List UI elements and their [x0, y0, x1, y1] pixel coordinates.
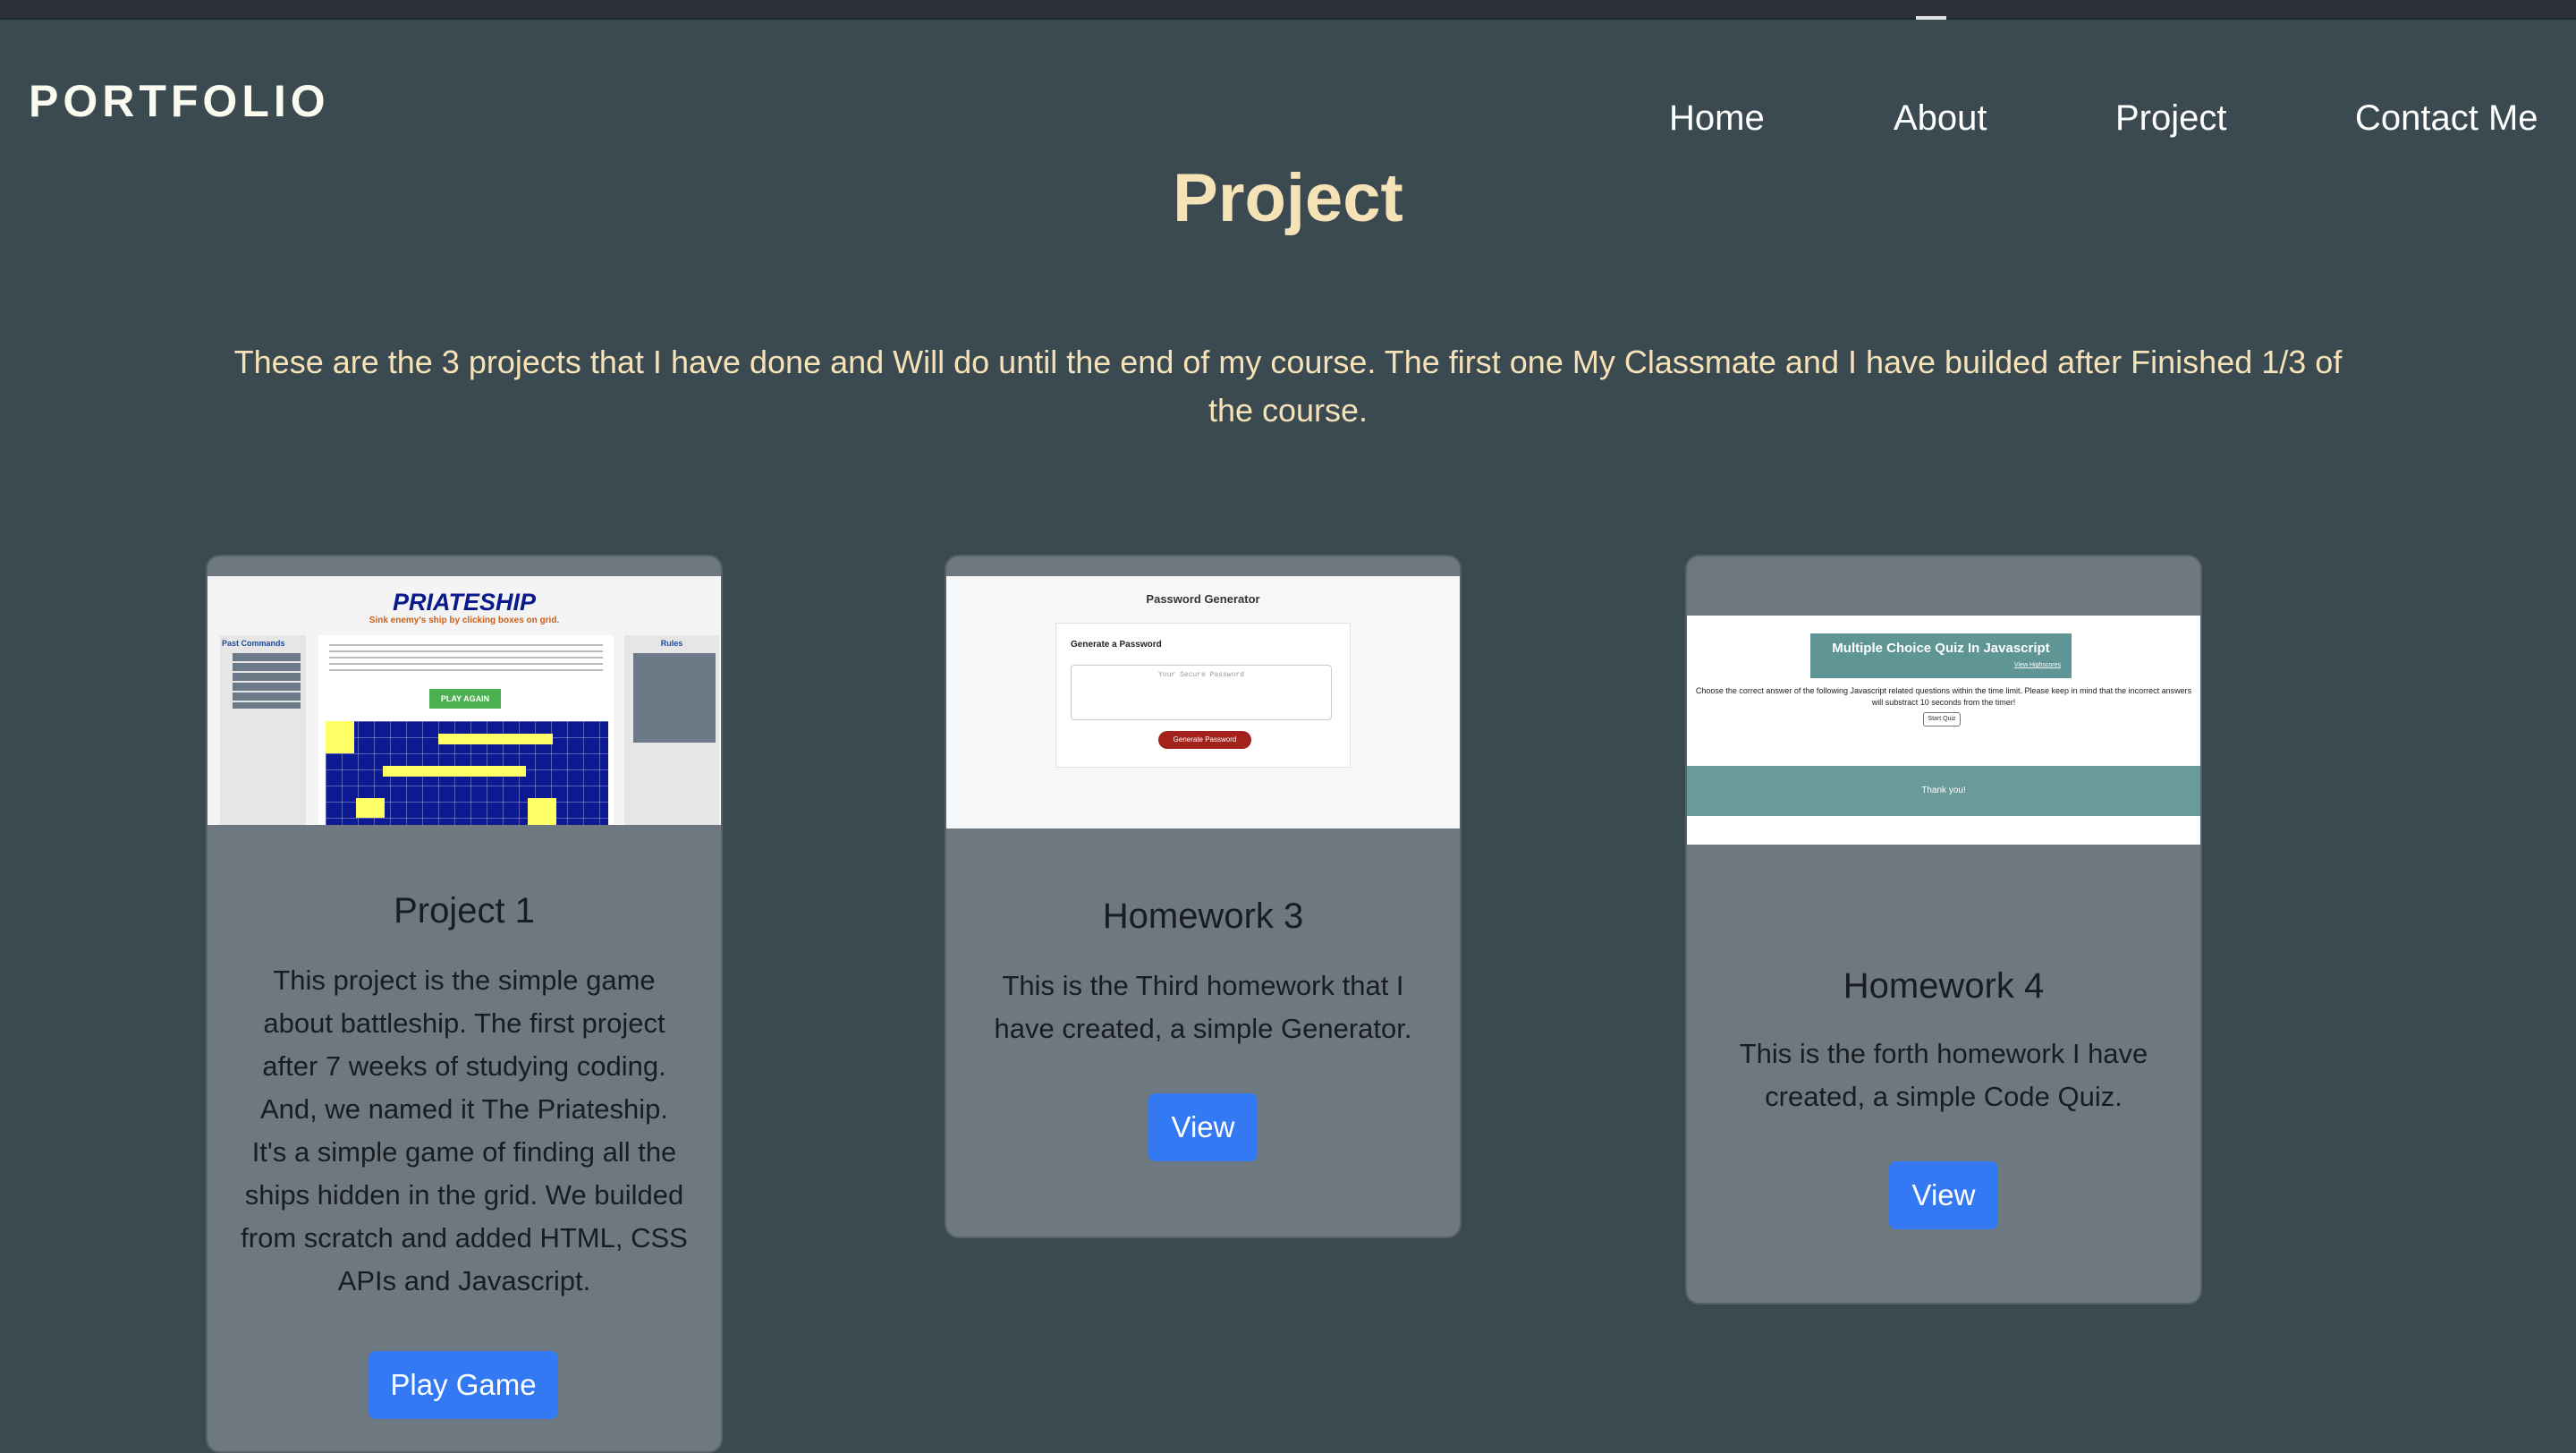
card-title: Homework 4	[1843, 966, 2045, 1006]
thumb-command-list	[233, 653, 301, 709]
thumb-title: Password Generator	[1146, 592, 1260, 606]
browser-top-bar	[0, 0, 2576, 20]
card-description: This project is the simple game about ba…	[241, 964, 688, 1296]
thumb-left-header: Past Commands	[222, 639, 285, 648]
thumb-password-field: Your Secure Password	[1071, 665, 1332, 720]
thumb-rules-box	[633, 653, 716, 743]
thumb-generator-box: Generate a Password Your Secure Password…	[1055, 623, 1351, 768]
thumb-footer-band: Thank you!	[1687, 766, 2200, 816]
view-button[interactable]: View	[1889, 1161, 1998, 1229]
thumb-play-again-button: PLAY AGAIN	[429, 689, 501, 709]
thumb-right-panel: Rules	[624, 635, 719, 825]
nav-home[interactable]: Home	[1669, 98, 1765, 139]
thumb-quote	[329, 644, 603, 671]
thumb-left-panel: Past Commands	[220, 635, 306, 825]
thumb-start-button: Start Quiz	[1923, 712, 1961, 726]
thumb-game-grid	[326, 721, 608, 825]
window-indicator-icon	[1916, 9, 1946, 20]
intro-paragraph: These are the 3 projects that I have don…	[233, 344, 2343, 429]
thumb-right-header: Rules	[660, 639, 683, 648]
card-title: Homework 3	[1102, 896, 1304, 936]
thumb-header-box: Multiple Choice Quiz In Javascript View …	[1810, 633, 2072, 678]
thumb-description: Choose the correct answer of the followi…	[1695, 686, 2192, 707]
project-1-screenshot[interactable]: PRIATESHIP Sink enemy's ship by clicking…	[208, 576, 721, 825]
project-card-2: Password Generator Generate a Password Y…	[945, 555, 1462, 1238]
card-description: This is the Third homework that I have c…	[994, 970, 1412, 1044]
nav-project[interactable]: Project	[2115, 98, 2227, 139]
nav-about[interactable]: About	[1894, 98, 1987, 139]
thumb-title: PRIATESHIP	[392, 589, 537, 616]
thumb-generate-button: Generate Password	[1158, 731, 1251, 749]
brand-logo[interactable]: PORTFOLIO	[29, 75, 330, 127]
play-game-button[interactable]: Play Game	[369, 1351, 558, 1419]
thumb-label: Generate a Password	[1071, 640, 1162, 650]
thumb-title: Multiple Choice Quiz In Javascript	[1832, 641, 2050, 656]
thumb-footer: Thank you!	[1921, 786, 1966, 795]
thumb-subtitle: Sink enemy's ship by clicking boxes on g…	[369, 616, 560, 625]
thumb-center-panel: PLAY AGAIN	[318, 635, 614, 825]
project-card-3: Multiple Choice Quiz In Javascript View …	[1685, 555, 2202, 1304]
nav-contact-me[interactable]: Contact Me	[2355, 98, 2538, 139]
homework-3-screenshot[interactable]: Password Generator Generate a Password Y…	[946, 576, 1460, 828]
thumb-highscores-link: View Highscores	[2013, 662, 2061, 668]
card-description: This is the forth homework I have create…	[1739, 1038, 2148, 1112]
view-button[interactable]: View	[1148, 1093, 1258, 1161]
page-title: Project	[1173, 160, 1403, 236]
homework-4-screenshot[interactable]: Multiple Choice Quiz In Javascript View …	[1687, 616, 2200, 845]
project-card-1: PRIATESHIP Sink enemy's ship by clicking…	[206, 555, 723, 1453]
card-title: Project 1	[394, 891, 535, 930]
